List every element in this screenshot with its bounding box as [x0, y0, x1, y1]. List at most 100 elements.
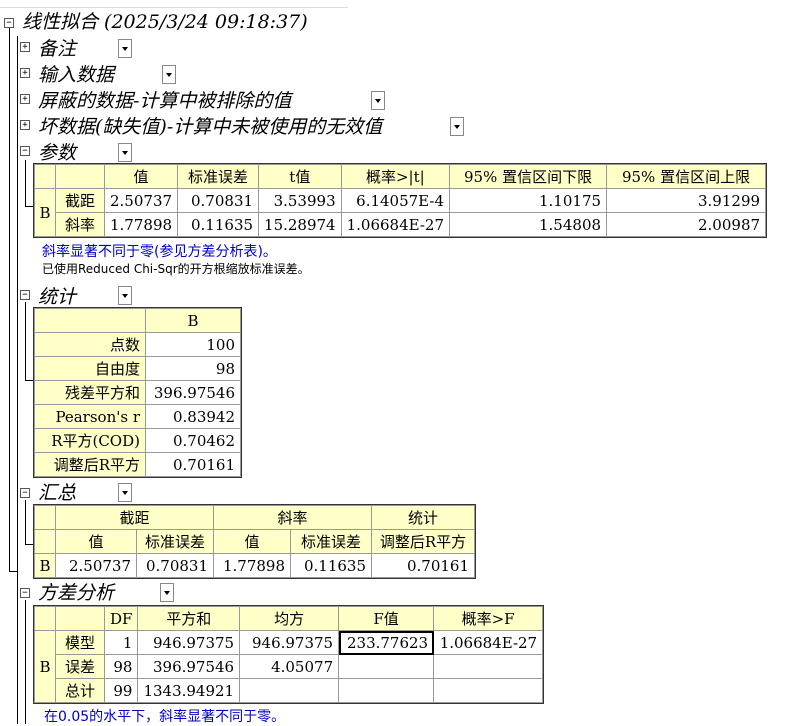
row-header: 调整后R平方 — [34, 452, 146, 477]
value-cell[interactable]: 2.00987 — [606, 212, 767, 237]
group-label: B — [34, 630, 56, 703]
col-header: 标准误差 — [136, 529, 214, 554]
value-cell[interactable]: 1.54808 — [449, 212, 608, 237]
collapse-anova-icon[interactable]: − — [20, 588, 30, 598]
value-cell[interactable]: 0.70831 — [136, 553, 214, 578]
group-header: 斜率 — [213, 505, 372, 530]
section-masked-title: 屏蔽的数据-计算中被排除的值 — [38, 90, 292, 112]
section-bad-data-title: 坏数据(缺失值)-计算中未被使用的无效值 — [38, 116, 383, 138]
value-cell[interactable]: 15.28974 — [258, 212, 342, 237]
group-label: B — [34, 188, 56, 237]
params-dropdown-button[interactable] — [118, 143, 132, 162]
value-cell[interactable] — [239, 678, 340, 703]
tree-line-stats-end — [25, 380, 33, 381]
corner-cell — [55, 606, 105, 631]
summary-table: 截距 斜率 统计 值 标准误差 值 标准误差 调整后R平方 B 2.50737 … — [33, 504, 476, 579]
col-header: t值 — [258, 164, 342, 189]
expand-masked-icon[interactable]: + — [20, 94, 30, 104]
value-cell[interactable]: 396.97546 — [137, 654, 241, 679]
masked-dropdown-button[interactable] — [371, 91, 385, 110]
collapse-params-icon[interactable]: − — [20, 146, 30, 156]
value-cell[interactable] — [338, 678, 435, 703]
value-cell[interactable]: 99 — [103, 678, 139, 703]
stats-dropdown-button[interactable] — [118, 286, 132, 305]
value-cell[interactable]: 1.06684E-27 — [433, 630, 544, 655]
value-cell[interactable]: 0.70161 — [371, 553, 475, 578]
value-cell[interactable]: 4.05077 — [239, 654, 340, 679]
params-note-link[interactable]: 斜率显著不同于零(参见方差分析表)。 — [42, 241, 277, 261]
collapse-stats-icon[interactable]: − — [20, 290, 30, 300]
value-cell[interactable]: 2.50737 — [55, 553, 137, 578]
tree-line-summary — [25, 500, 26, 544]
row-header: R平方(COD) — [34, 428, 146, 453]
row-header: 自由度 — [34, 356, 146, 381]
value-cell[interactable]: 1.77898 — [213, 553, 291, 578]
report-title: 线性拟合 (2025/3/24 09:18:37) — [22, 11, 308, 33]
row-header: 截距 — [55, 188, 105, 213]
expand-notes-icon[interactable]: + — [20, 42, 30, 52]
params-note-text: 已使用Reduced Chi-Sqr的开方根缩放标准误差。 — [42, 262, 310, 276]
tree-line-anova — [25, 600, 26, 724]
value-cell[interactable]: 1 — [103, 630, 139, 655]
value-cell[interactable] — [338, 654, 435, 679]
corner-cell — [55, 164, 105, 189]
expand-bad-data-icon[interactable]: + — [20, 120, 30, 130]
value-cell[interactable]: 0.70161 — [145, 452, 241, 477]
anova-table: DF 平方和 均方 F值 概率>F B 模型 1 946.97375 946.9… — [32, 605, 545, 704]
row-label: B — [34, 553, 56, 578]
value-cell[interactable]: 0.70462 — [145, 428, 241, 453]
value-cell[interactable]: 98 — [103, 654, 139, 679]
col-header: 概率>|t| — [340, 164, 451, 189]
row-header: Pearson's r — [34, 404, 146, 429]
value-cell[interactable]: 0.11635 — [177, 212, 260, 237]
value-cell[interactable] — [433, 678, 544, 703]
value-cell[interactable]: 946.97375 — [239, 630, 340, 655]
value-cell[interactable]: 0.11635 — [290, 553, 372, 578]
section-input-title: 输入数据 — [38, 64, 115, 86]
row-header: 残差平方和 — [34, 380, 146, 405]
col-header: F值 — [338, 606, 435, 631]
value-cell[interactable]: 1.06684E-27 — [340, 212, 451, 237]
col-header: DF — [103, 606, 139, 631]
value-cell[interactable]: 3.53993 — [258, 188, 342, 213]
tree-line-level2 — [17, 36, 18, 724]
anova-dropdown-button[interactable] — [160, 583, 174, 602]
value-cell[interactable]: 1.77898 — [103, 212, 179, 237]
row-header: 斜率 — [55, 212, 105, 237]
value-cell[interactable]: 1.10175 — [449, 188, 608, 213]
summary-dropdown-button[interactable] — [118, 483, 132, 502]
collapse-toggle-icon[interactable]: − — [4, 18, 14, 28]
section-notes-title: 备注 — [38, 38, 77, 60]
collapse-summary-icon[interactable]: − — [20, 488, 30, 498]
corner-cell — [34, 606, 56, 631]
value-cell[interactable]: 946.97375 — [137, 630, 241, 655]
col-header: 95% 置信区间下限 — [449, 164, 608, 189]
group-header: 统计 — [371, 505, 475, 530]
value-cell[interactable]: 396.97546 — [145, 380, 241, 405]
value-cell[interactable]: 0.70831 — [177, 188, 260, 213]
header-separator — [0, 7, 348, 8]
value-cell[interactable]: 6.14057E-4 — [340, 188, 451, 213]
input-dropdown-button[interactable] — [162, 65, 176, 84]
value-cell[interactable]: 0.83942 — [145, 404, 241, 429]
corner-cell — [34, 529, 56, 554]
value-cell[interactable] — [433, 654, 544, 679]
tree-line-stats — [25, 302, 26, 380]
col-header: 95% 置信区间上限 — [606, 164, 767, 189]
bad-data-dropdown-button[interactable] — [450, 117, 464, 136]
selected-value-cell[interactable]: 233.77623 — [338, 630, 435, 655]
value-cell[interactable]: 100 — [145, 332, 241, 357]
col-header: 标准误差 — [290, 529, 372, 554]
tree-line-params — [25, 160, 26, 206]
expand-input-icon[interactable]: + — [20, 68, 30, 78]
tree-line-main-end — [9, 571, 17, 572]
tree-line-summary-end — [25, 544, 33, 545]
value-cell[interactable]: 1343.94921 — [137, 678, 241, 703]
value-cell[interactable]: 98 — [145, 356, 241, 381]
col-header: 值 — [103, 164, 179, 189]
value-cell[interactable]: 2.50737 — [103, 188, 179, 213]
section-stats-title: 统计 — [38, 286, 77, 308]
notes-dropdown-button[interactable] — [118, 39, 132, 58]
value-cell[interactable]: 3.91299 — [606, 188, 767, 213]
col-header: 调整后R平方 — [371, 529, 475, 554]
